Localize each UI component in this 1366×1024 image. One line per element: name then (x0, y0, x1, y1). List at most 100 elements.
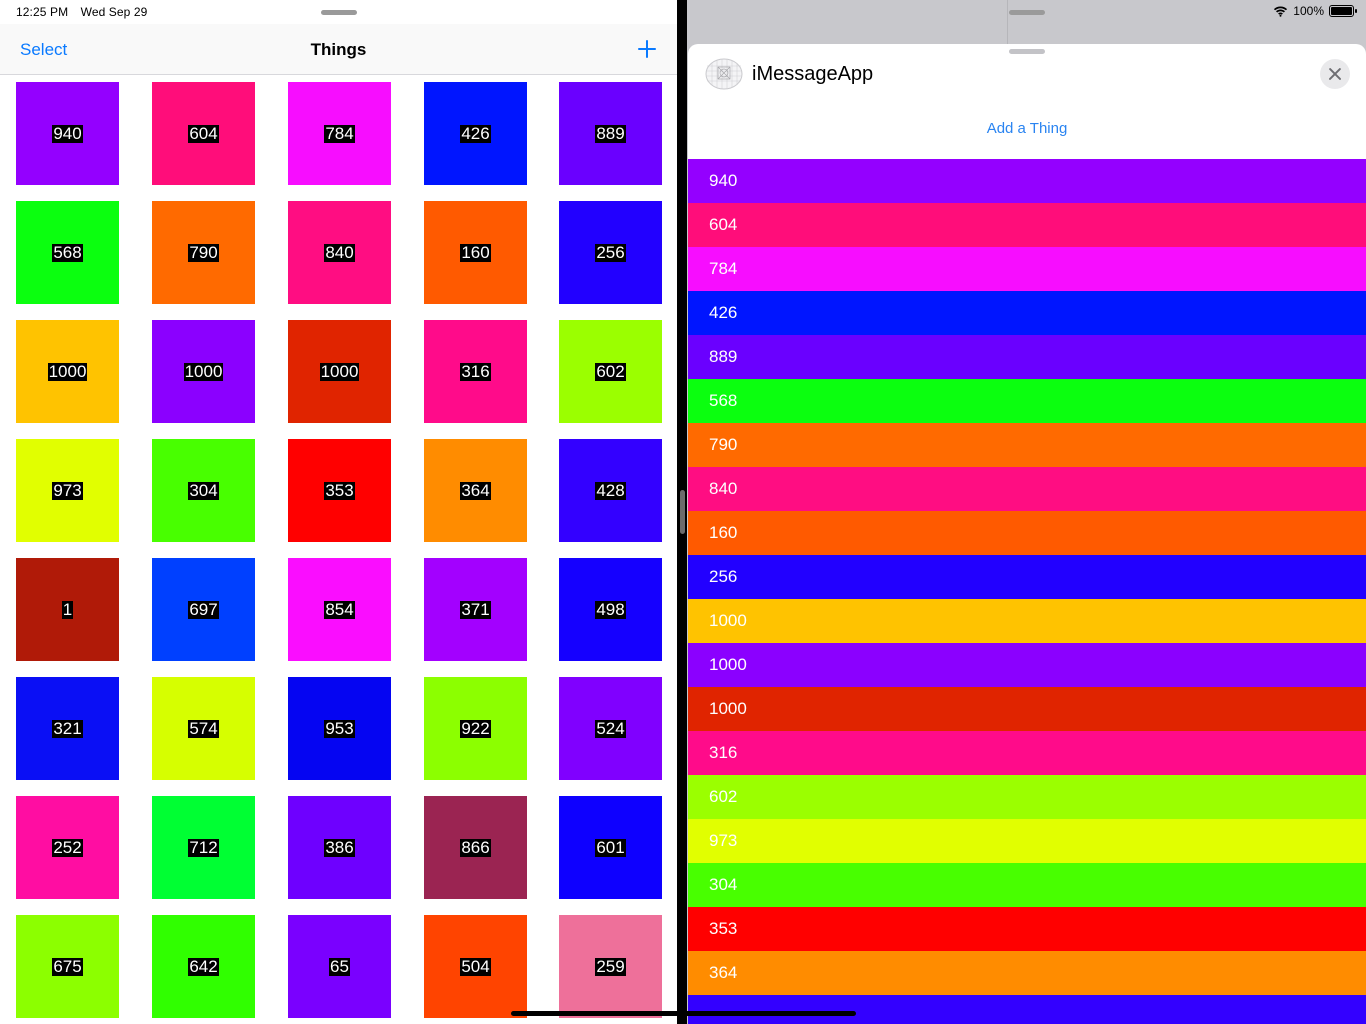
thing-list-row[interactable]: 840 (688, 467, 1366, 511)
battery-percent: 100% (1293, 4, 1324, 18)
thing-tile[interactable]: 1000 (16, 320, 119, 423)
thing-list-label: 940 (709, 171, 738, 190)
thing-list-label: 160 (709, 523, 738, 542)
sheet-grabber[interactable] (1009, 49, 1045, 54)
status-time: 12:25 PM (16, 5, 69, 19)
thing-tile-label: 675 (52, 956, 83, 976)
thing-list-row[interactable]: 426 (688, 291, 1366, 335)
thing-tile-label: 601 (595, 837, 626, 857)
thing-list-row[interactable]: 353 (688, 907, 1366, 951)
thing-list-row[interactable]: 160 (688, 511, 1366, 555)
thing-list-row[interactable]: 364 (688, 951, 1366, 995)
thing-list-row[interactable]: 973 (688, 819, 1366, 863)
thing-tile[interactable]: 889 (559, 82, 662, 185)
thing-tile-label: 1000 (183, 361, 224, 381)
thing-list-row[interactable]: 790 (688, 423, 1366, 467)
thing-list-label: 353 (709, 919, 738, 938)
thing-list-label: 568 (709, 391, 738, 410)
thing-tile-label: 316 (460, 361, 491, 381)
thing-list-label: 1000 (709, 655, 747, 674)
split-divider[interactable] (677, 0, 687, 1024)
thing-tile[interactable]: 252 (16, 796, 119, 899)
thing-tile[interactable]: 840 (288, 201, 391, 304)
thing-tile[interactable]: 65 (288, 915, 391, 1018)
thing-list-row[interactable]: 940 (688, 159, 1366, 203)
thing-tile-label: 790 (188, 242, 219, 262)
thing-tile[interactable]: 712 (152, 796, 255, 899)
thing-list-label: 790 (709, 435, 738, 454)
thing-tile[interactable]: 426 (424, 82, 527, 185)
select-button[interactable]: Select (20, 40, 67, 60)
thing-tile-label: 712 (188, 837, 219, 857)
thing-tile[interactable]: 953 (288, 677, 391, 780)
thing-tile[interactable]: 790 (152, 201, 255, 304)
thing-list-row[interactable]: 1000 (688, 687, 1366, 731)
thing-tile[interactable]: 642 (152, 915, 255, 1018)
thing-list-row[interactable]: 604 (688, 203, 1366, 247)
thing-list-label: 1000 (709, 611, 747, 630)
plus-icon[interactable] (634, 36, 660, 62)
thing-tile[interactable]: 504 (424, 915, 527, 1018)
thing-tile[interactable]: 697 (152, 558, 255, 661)
thing-tile[interactable]: 256 (559, 201, 662, 304)
thing-tile-label: 524 (595, 718, 626, 738)
thing-list-row[interactable]: 1000 (688, 643, 1366, 687)
thing-list-row[interactable]: 256 (688, 555, 1366, 599)
multitasking-grabber-right[interactable] (1009, 10, 1045, 15)
thing-tile[interactable]: 866 (424, 796, 527, 899)
thing-list-row[interactable]: 316 (688, 731, 1366, 775)
thing-tile[interactable]: 498 (559, 558, 662, 661)
thing-tile[interactable]: 784 (288, 82, 391, 185)
multitasking-grabber[interactable] (321, 10, 357, 15)
thing-tile[interactable]: 524 (559, 677, 662, 780)
home-indicator (511, 1011, 856, 1016)
thing-list-row[interactable]: 304 (688, 863, 1366, 907)
thing-list-row[interactable]: 784 (688, 247, 1366, 291)
thing-list-label: 602 (709, 787, 738, 806)
thing-tile-label: 784 (324, 123, 355, 143)
thing-tile-label: 371 (460, 599, 491, 619)
divider-handle[interactable] (680, 490, 685, 534)
thing-tile[interactable]: 386 (288, 796, 391, 899)
thing-tile[interactable]: 321 (16, 677, 119, 780)
thing-tile[interactable]: 1000 (288, 320, 391, 423)
thing-list-row[interactable]: 602 (688, 775, 1366, 819)
thing-tile[interactable]: 854 (288, 558, 391, 661)
add-thing-button[interactable]: Add a Thing (987, 120, 1068, 137)
thing-tile[interactable]: 353 (288, 439, 391, 542)
thing-tile[interactable]: 316 (424, 320, 527, 423)
thing-tile[interactable]: 1000 (152, 320, 255, 423)
thing-tile[interactable]: 568 (16, 201, 119, 304)
thing-tile[interactable]: 602 (559, 320, 662, 423)
close-icon[interactable] (1320, 59, 1350, 89)
thing-list-row[interactable]: 1000 (688, 599, 1366, 643)
background-divider (1007, 0, 1008, 44)
thing-tile[interactable]: 922 (424, 677, 527, 780)
thing-tile[interactable]: 574 (152, 677, 255, 780)
things-app-pane: 12:25 PM Wed Sep 29 Select Things 940 604… (0, 0, 677, 1024)
thing-tile-label: 428 (595, 480, 626, 500)
thing-tile[interactable]: 160 (424, 201, 527, 304)
thing-tile[interactable]: 940 (16, 82, 119, 185)
thing-tile[interactable]: 973 (16, 439, 119, 542)
thing-tile-label: 922 (460, 718, 491, 738)
thing-tile[interactable]: 304 (152, 439, 255, 542)
thing-tile[interactable]: 428 (559, 439, 662, 542)
thing-list-row[interactable]: 568 (688, 379, 1366, 423)
thing-tile-label: 386 (324, 837, 355, 857)
thing-list-row[interactable] (688, 995, 1366, 1024)
app-name: iMessageApp (752, 63, 874, 85)
thing-tile-label: 940 (52, 123, 83, 143)
thing-tile[interactable]: 371 (424, 558, 527, 661)
thing-tile[interactable]: 675 (16, 915, 119, 1018)
thing-tile[interactable]: 259 (559, 915, 662, 1018)
thing-tile-label: 568 (52, 242, 83, 262)
thing-tile[interactable]: 604 (152, 82, 255, 185)
thing-tile[interactable]: 1 (16, 558, 119, 661)
thing-list-label: 840 (709, 479, 738, 498)
thing-list-label: 316 (709, 743, 738, 762)
thing-list-row[interactable]: 889 (688, 335, 1366, 379)
thing-tile[interactable]: 364 (424, 439, 527, 542)
split-view: 12:25 PM Wed Sep 29 Select Things 940 604… (0, 0, 1366, 1024)
thing-tile[interactable]: 601 (559, 796, 662, 899)
